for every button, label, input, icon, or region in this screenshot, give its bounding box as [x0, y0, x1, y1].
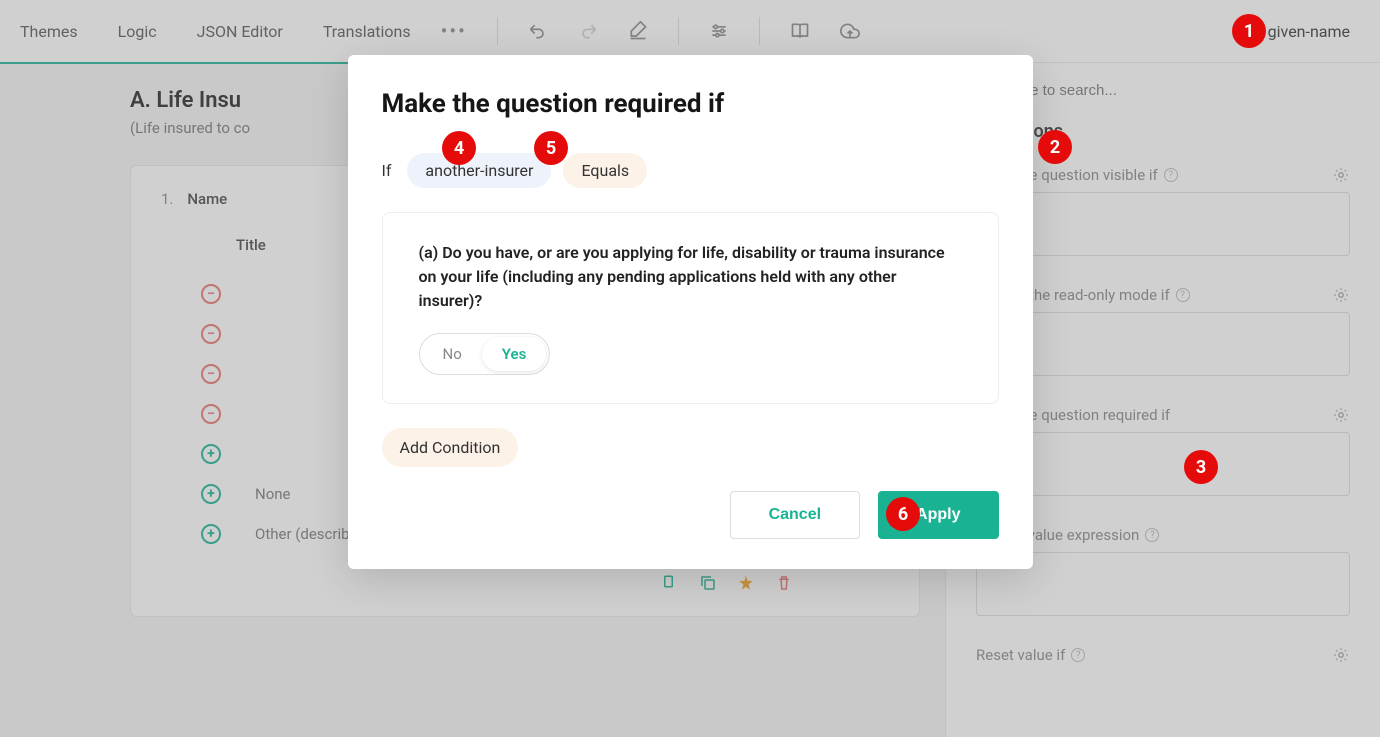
- operator-selector-chip[interactable]: Equals: [563, 153, 647, 188]
- boolean-toggle: No Yes: [419, 333, 551, 375]
- annotation-badge-2: 2: [1038, 130, 1072, 164]
- annotation-badge-1: 1: [1232, 14, 1266, 48]
- question-text: (a) Do you have, or are you applying for…: [419, 241, 962, 313]
- if-label: If: [382, 161, 392, 180]
- question-selector-chip[interactable]: another-insurer: [407, 153, 551, 188]
- annotation-badge-4: 4: [442, 131, 476, 165]
- toggle-no[interactable]: No: [423, 337, 482, 371]
- condition-value-card: (a) Do you have, or are you applying for…: [382, 212, 999, 404]
- condition-row: If another-insurer Equals: [382, 153, 999, 188]
- modal-overlay: Make the question required if If another…: [0, 0, 1380, 737]
- dialog-title: Make the question required if: [382, 89, 999, 119]
- annotation-badge-6: 6: [886, 497, 920, 531]
- add-condition-button[interactable]: Add Condition: [382, 428, 519, 467]
- cancel-button[interactable]: Cancel: [730, 491, 860, 539]
- toggle-yes[interactable]: Yes: [482, 337, 547, 371]
- annotation-badge-3: 3: [1184, 450, 1218, 484]
- annotation-badge-5: 5: [534, 131, 568, 165]
